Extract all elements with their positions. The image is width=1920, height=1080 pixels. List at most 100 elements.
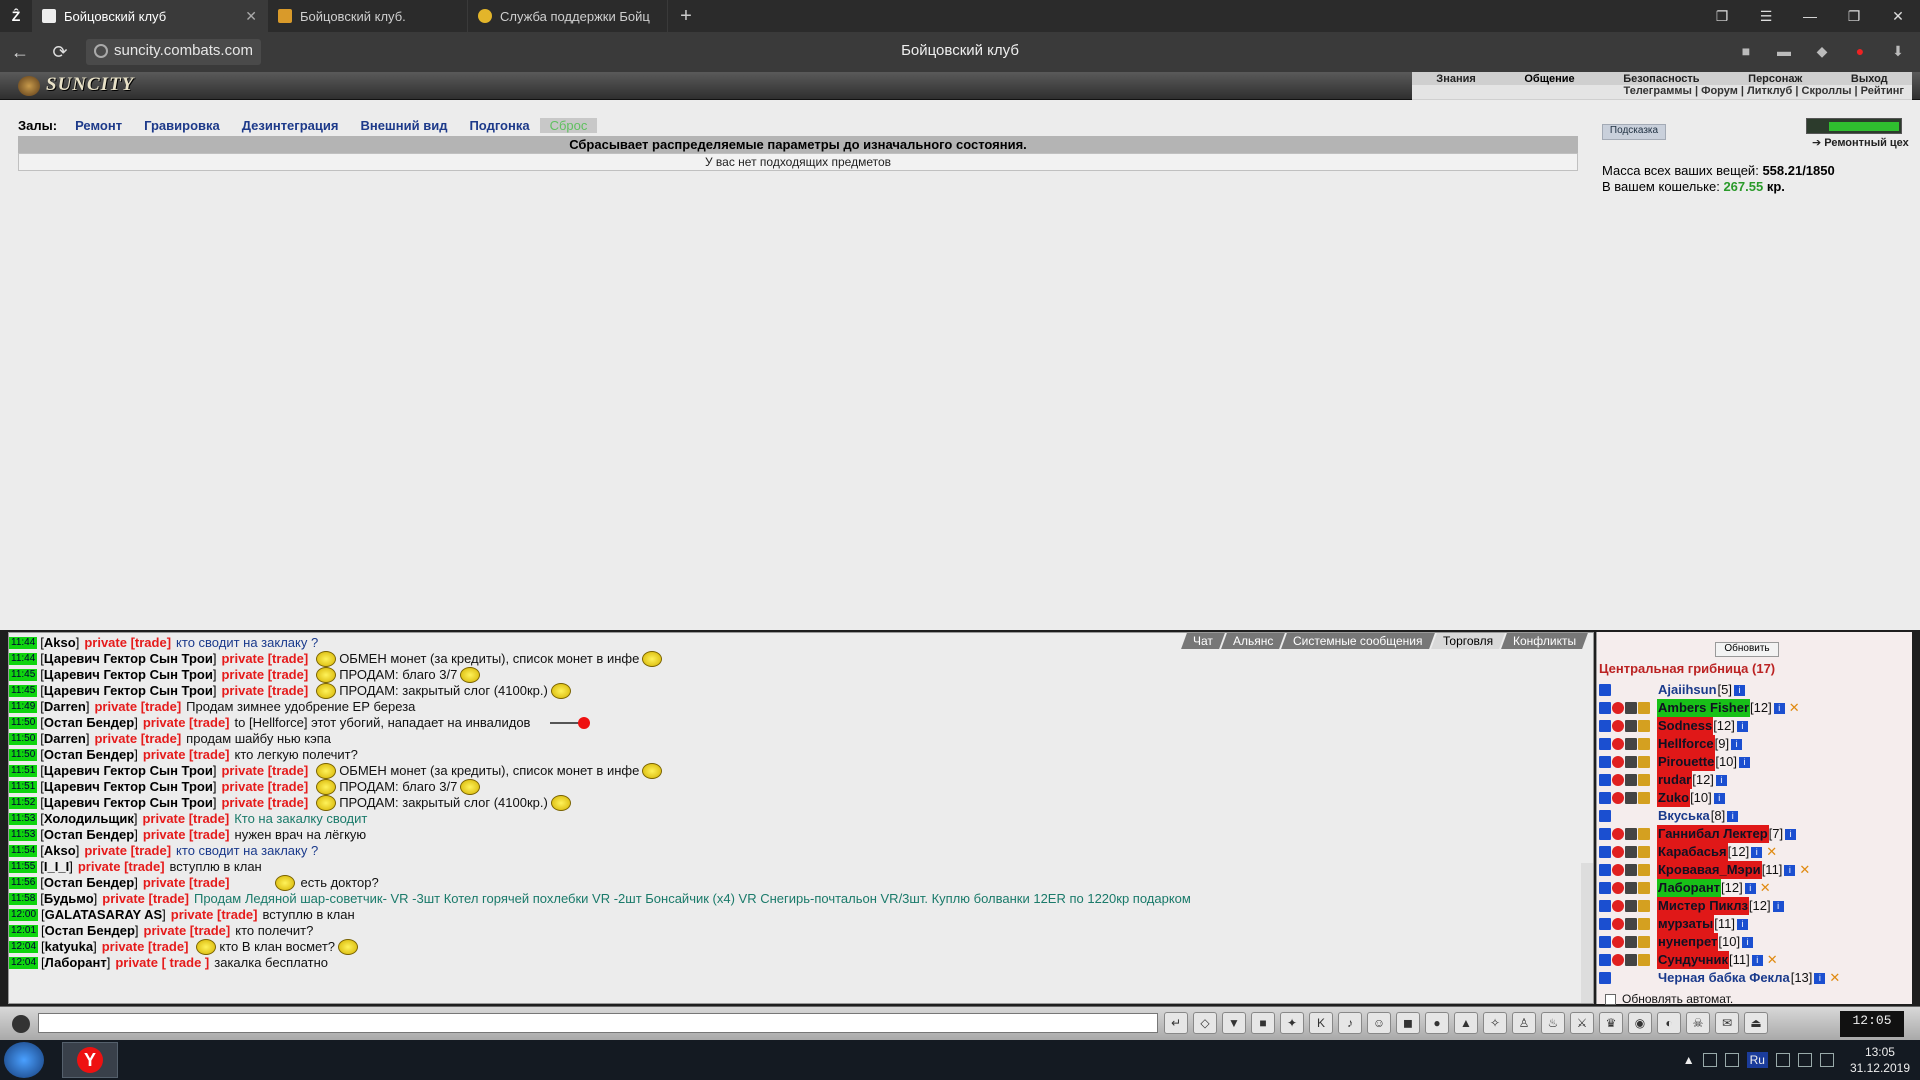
message-nick[interactable]: Царевич Гектор Сын Трои	[44, 779, 213, 795]
user-name[interactable]: Карабасья	[1657, 843, 1728, 861]
tab-support[interactable]: Служба поддержки Бойц	[468, 0, 668, 32]
mask-icon[interactable]: ◐	[1657, 1012, 1681, 1034]
camera-icon[interactable]: ■	[1734, 39, 1758, 63]
tray-volume-icon[interactable]	[1819, 1053, 1834, 1067]
conflict-swords-icon[interactable]: ✕	[1799, 861, 1810, 879]
chat-tab-conflicts[interactable]: Конфликты	[1500, 633, 1588, 649]
conflict-swords-icon[interactable]: ✕	[1767, 951, 1778, 969]
user-status-icon[interactable]	[1599, 918, 1611, 930]
user-status-icon[interactable]	[1599, 972, 1611, 984]
message-nick[interactable]: Akso	[44, 635, 76, 651]
message-time[interactable]: 11:53	[9, 829, 38, 841]
message-tag[interactable]: private [trade]	[94, 731, 181, 747]
tray-network-icon[interactable]	[1724, 1053, 1739, 1067]
user-status-icon[interactable]	[1638, 954, 1650, 966]
user-info-icon[interactable]: i	[1751, 846, 1763, 858]
message-tag[interactable]: private [trade]	[143, 747, 230, 763]
user-status-icon[interactable]	[1599, 828, 1611, 840]
skull-icon[interactable]: ☠	[1686, 1012, 1710, 1034]
fighter-icon[interactable]: ✦	[1280, 1012, 1304, 1034]
user-name[interactable]: rudar	[1657, 771, 1693, 789]
potion-icon[interactable]: ♨	[1541, 1012, 1565, 1034]
message-nick[interactable]: katyuka	[45, 939, 93, 955]
message-tag[interactable]: private [trade]	[84, 843, 171, 859]
user-status-icon[interactable]	[1625, 828, 1637, 840]
user-name[interactable]: Zuko	[1657, 789, 1691, 807]
restore-icon[interactable]: ❐	[1832, 0, 1876, 32]
camera-icon[interactable]: ◼	[1396, 1012, 1420, 1034]
user-status-icon[interactable]	[1612, 702, 1624, 714]
message-time[interactable]: 11:45	[9, 669, 38, 681]
user-info-icon[interactable]: i	[1733, 684, 1745, 696]
message-nick[interactable]: Остап Бендер	[44, 827, 134, 843]
crown-icon[interactable]: ♛	[1599, 1012, 1623, 1034]
tab-combats-main[interactable]: Бойцовский клуб ✕	[32, 0, 268, 32]
message-tag[interactable]: private [trade]	[221, 763, 308, 779]
user-name[interactable]: Лаборант	[1657, 879, 1722, 897]
exit-icon[interactable]: ⏏	[1744, 1012, 1768, 1034]
sword-icon[interactable]: ⚔	[1570, 1012, 1594, 1034]
user-name[interactable]: Pirouette	[1657, 753, 1716, 771]
user-status-icon[interactable]	[1612, 720, 1624, 732]
user-status-icon[interactable]	[1612, 900, 1624, 912]
user-status-icon[interactable]	[1638, 900, 1650, 912]
message-time[interactable]: 11:54	[9, 845, 38, 857]
chat-settings-icon[interactable]	[12, 1015, 30, 1033]
message-nick[interactable]: Царевич Гектор Сын Трои	[44, 651, 213, 667]
bookmarks-icon[interactable]: ❐	[1700, 0, 1744, 32]
message-time[interactable]: 11:55	[9, 861, 38, 873]
message-nick[interactable]: Холодильщик	[44, 811, 134, 827]
shield-icon[interactable]: ◉	[1628, 1012, 1652, 1034]
message-nick[interactable]: I_I_I	[44, 859, 69, 875]
user-info-icon[interactable]: i	[1744, 882, 1756, 894]
new-tab-button[interactable]: +	[668, 0, 704, 32]
conflict-swords-icon[interactable]: ✕	[1766, 843, 1777, 861]
user-status-icon[interactable]	[1599, 900, 1611, 912]
close-window-icon[interactable]: ✕	[1876, 0, 1920, 32]
sub-menu[interactable]: Телеграммы | Форум | Литклуб | Скроллы |…	[1412, 85, 1912, 99]
save-icon[interactable]: ■	[1251, 1012, 1275, 1034]
user-status-icon[interactable]	[1625, 900, 1637, 912]
user-status-icon[interactable]	[1638, 828, 1650, 840]
message-tag[interactable]: private [trade]	[171, 907, 258, 923]
user-name[interactable]: Черная бабка Фекла	[1657, 969, 1791, 987]
user-status-icon[interactable]	[1625, 936, 1637, 948]
tray-clock-icon[interactable]	[1702, 1053, 1717, 1067]
user-name[interactable]: нунепрет	[1657, 933, 1719, 951]
message-tag[interactable]: private [trade]	[221, 651, 308, 667]
user-status-icon[interactable]	[1612, 918, 1624, 930]
conflict-swords-icon[interactable]: ✕	[1760, 879, 1771, 897]
user-status-icon[interactable]	[1599, 774, 1611, 786]
user-status-icon[interactable]	[1599, 810, 1611, 822]
auto-refresh[interactable]: Обновлять автомат.	[1605, 992, 1733, 1006]
user-status-icon[interactable]	[1612, 828, 1624, 840]
tray-monitor-icon[interactable]	[1797, 1053, 1812, 1067]
user-status-icon[interactable]	[1612, 954, 1624, 966]
message-nick[interactable]: Darren	[44, 699, 86, 715]
message-nick[interactable]: Царевич Гектор Сын Трои	[44, 683, 213, 699]
user-status-icon[interactable]	[1638, 864, 1650, 876]
message-nick[interactable]: Остап Бендер	[44, 715, 134, 731]
chat-tab-trade[interactable]: Торговля	[1430, 633, 1505, 649]
user-status-icon[interactable]	[1599, 720, 1611, 732]
user-status-icon[interactable]	[1638, 882, 1650, 894]
message-tag[interactable]: private [trade]	[221, 683, 308, 699]
menu-icon[interactable]: ☰	[1744, 0, 1788, 32]
filter-icon[interactable]: ▼	[1222, 1012, 1246, 1034]
message-time[interactable]: 12:01	[9, 925, 39, 937]
message-time[interactable]: 11:45	[9, 685, 38, 697]
user-status-icon[interactable]	[1638, 846, 1650, 858]
message-nick[interactable]: Akso	[44, 843, 76, 859]
user-info-icon[interactable]: i	[1742, 936, 1754, 948]
menu-exit[interactable]: Выход	[1851, 73, 1888, 85]
message-time[interactable]: 12:04	[9, 957, 39, 969]
user-name[interactable]: Hellforce	[1657, 735, 1715, 753]
message-tag[interactable]: private [trade]	[143, 715, 230, 731]
user-status-icon[interactable]	[1599, 864, 1611, 876]
message-nick[interactable]: Остап Бендер	[45, 923, 135, 939]
message-nick[interactable]: Царевич Гектор Сын Трои	[44, 795, 213, 811]
user-status-icon[interactable]	[1612, 882, 1624, 894]
user-status-icon[interactable]	[1638, 738, 1650, 750]
auto-refresh-checkbox[interactable]	[1605, 994, 1616, 1006]
chat-tab-chat[interactable]: Чат	[1181, 633, 1225, 649]
